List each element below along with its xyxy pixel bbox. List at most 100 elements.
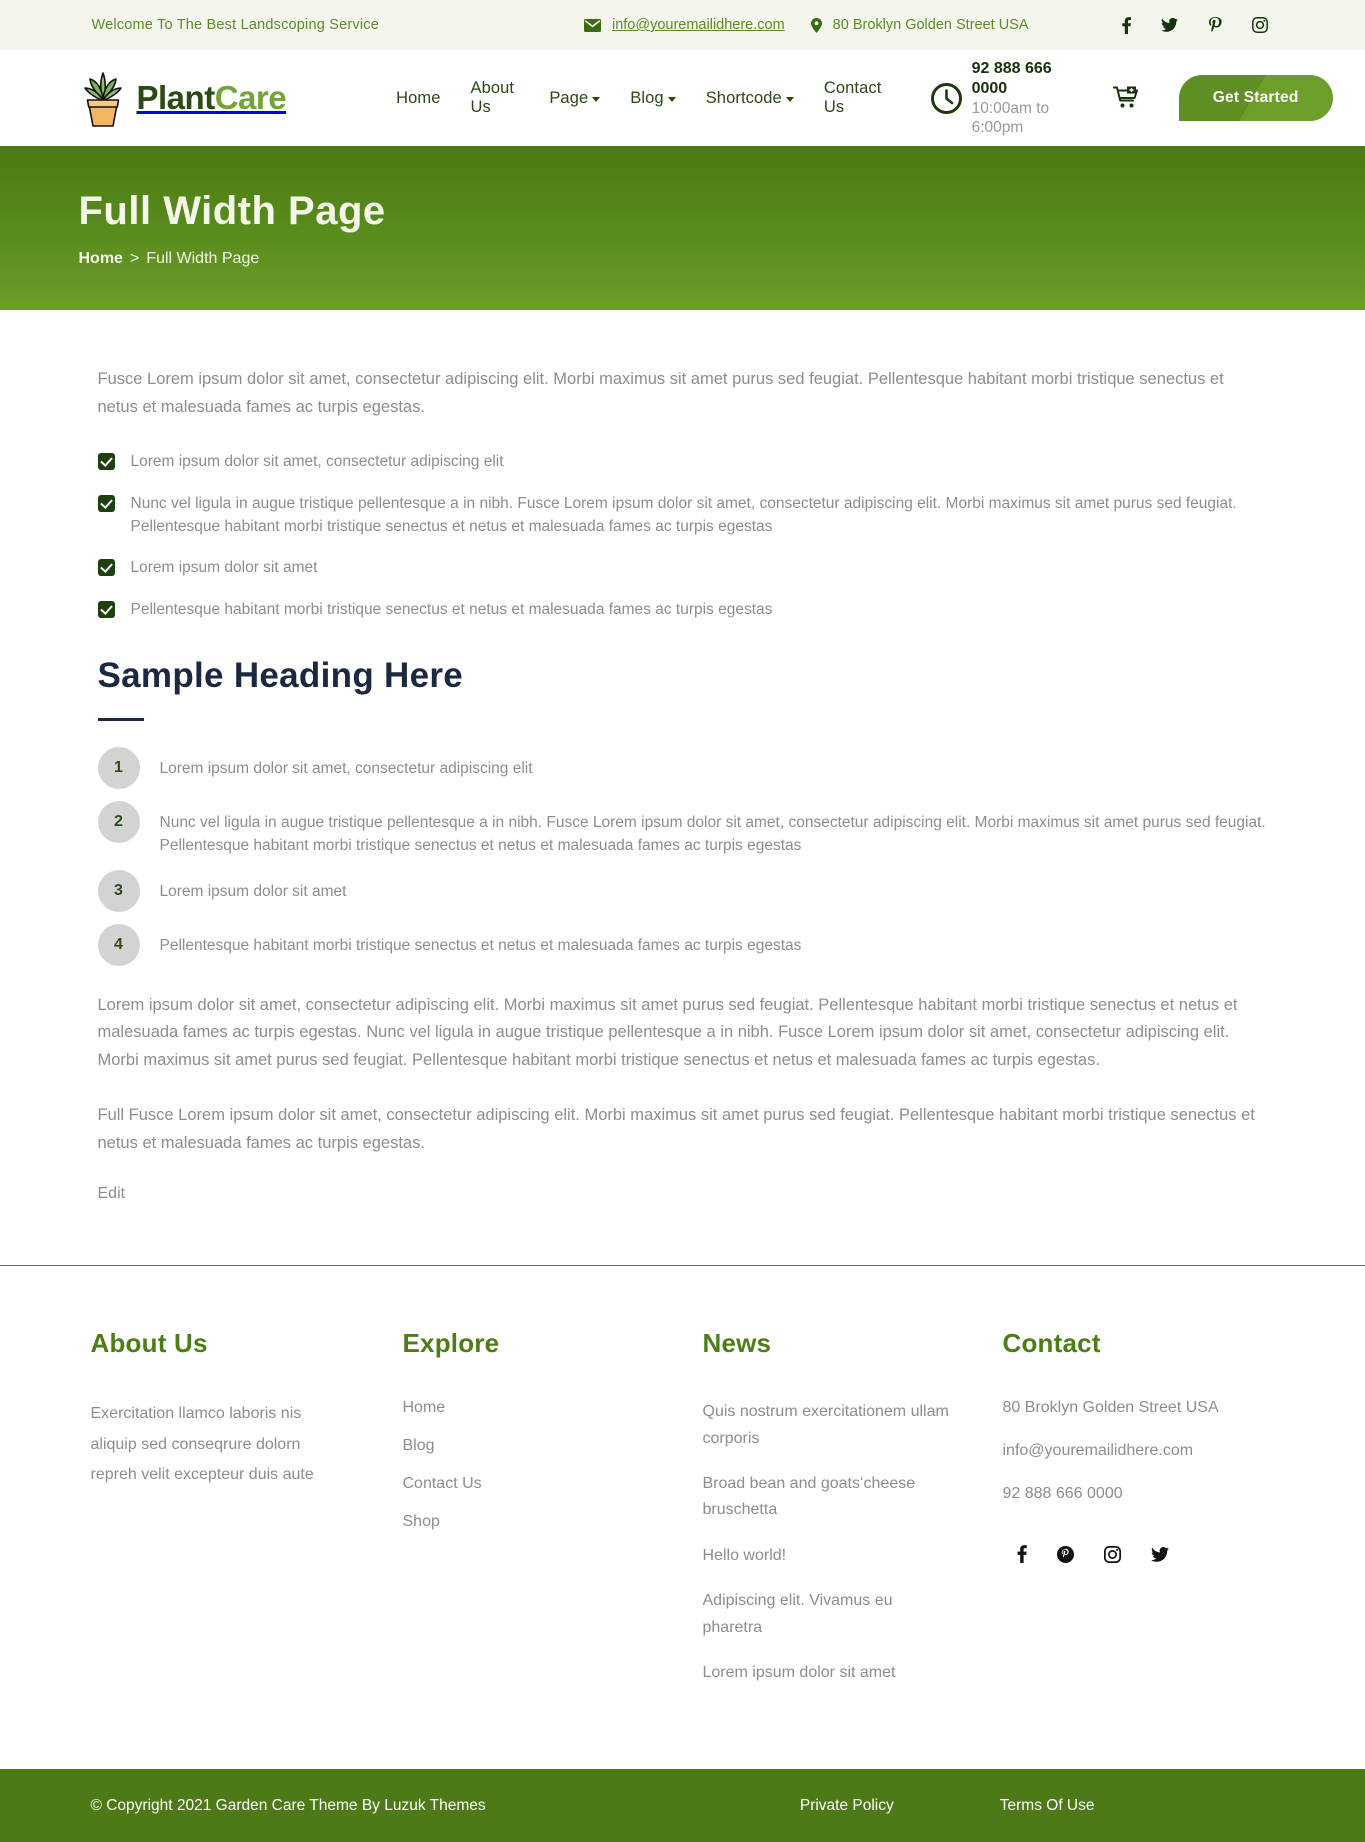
footer-column-about: About Us Exercitation llamco laboris nis… <box>91 1328 403 1705</box>
breadcrumb-current: Full Width Page <box>146 249 260 267</box>
cart-button[interactable] <box>1112 86 1139 110</box>
header-phone-block: 92 888 666 0000 10:00am to 6:00pm <box>930 59 1091 138</box>
body-paragraph-1: Lorem ipsum dolor sit amet, consectetur … <box>97 995 1238 1069</box>
topbar-address-text: 80 Broklyn Golden Street USA <box>832 17 1029 33</box>
heading-underline <box>97 718 144 721</box>
copyright-text: © Copyright 2021 Garden Care Theme By Lu… <box>90 1796 486 1814</box>
section-heading: Sample Heading Here <box>97 656 464 695</box>
footer-instagram-link[interactable] <box>1103 1545 1121 1563</box>
list-item-text: Pellentesque habitant morbi tristique se… <box>159 936 802 954</box>
topbar-pinterest-link[interactable] <box>1208 16 1222 34</box>
footer-contact-address: 80 Broklyn Golden Street USA <box>1002 1399 1219 1417</box>
nav-label-about-us: About Us <box>470 79 515 116</box>
list-item: 2 Nunc vel ligula in augue tristique pell… <box>97 801 1268 858</box>
site-logo[interactable]: PlantCare <box>75 67 287 129</box>
footer-pinterest-link[interactable] <box>1056 1545 1074 1563</box>
page-banner: Full Width Page Home > Full Width Page <box>0 146 1365 310</box>
clock-icon <box>930 82 962 114</box>
topbar-twitter-link[interactable] <box>1160 18 1178 32</box>
nav-item-about-us[interactable]: About Us <box>471 79 520 117</box>
nav-item-shortcode[interactable]: Shortcode <box>706 89 794 108</box>
checklist-item: Pellentesque habitant morbi tristique se… <box>97 599 1268 622</box>
breadcrumb-home-link[interactable]: Home <box>79 250 123 267</box>
topbar-email[interactable]: info@youremailidhere.com <box>583 17 785 33</box>
nav-label-shortcode: Shortcode <box>705 88 782 107</box>
footer-link-home[interactable]: Home <box>403 1399 703 1417</box>
facebook-icon <box>1017 1545 1027 1564</box>
check-icon <box>97 494 115 512</box>
footer-news-item[interactable]: Hello world! <box>703 1543 951 1569</box>
nav-item-home[interactable]: Home <box>396 89 440 108</box>
footer-link-contact-us[interactable]: Contact Us <box>403 1475 703 1493</box>
topbar-social-links <box>1121 16 1268 34</box>
footer-twitter-link[interactable] <box>1150 1546 1169 1562</box>
list-item: 3 Lorem ipsum dolor sit amet <box>97 869 1268 912</box>
nav-item-blog[interactable]: Blog <box>630 88 676 108</box>
checklist-item: Lorem ipsum dolor sit amet <box>97 557 1268 580</box>
checklist-item-text: Lorem ipsum dolor sit amet, consectetur … <box>130 453 504 471</box>
footer-contact-phone: 92 888 666 0000 <box>1002 1485 1123 1503</box>
footer-link-shop[interactable]: Shop <box>403 1513 703 1531</box>
footer-news-item[interactable]: Quis nostrum exercitationem ullam corpor… <box>703 1399 951 1452</box>
nav-label-page: Page <box>549 88 589 107</box>
check-icon <box>97 453 115 471</box>
twitter-icon <box>1150 1546 1169 1562</box>
facebook-icon <box>1121 16 1131 34</box>
site-header: PlantCare Home About Us Page Blog Shortc… <box>0 50 1365 146</box>
footer-column-news: News Quis nostrum exercitationem ullam c… <box>703 1328 1003 1705</box>
nav-label-home: Home <box>396 88 441 107</box>
topbar-contact-group: info@youremailidhere.com 80 Broklyn Gold… <box>583 17 1029 33</box>
footer-news-item[interactable]: Lorem ipsum dolor sit amet <box>703 1660 951 1686</box>
nav-item-page[interactable]: Page <box>549 88 601 108</box>
checklist-item-text: Pellentesque habitant morbi tristique se… <box>130 601 773 619</box>
list-number-badge: 2 <box>97 801 140 843</box>
copyright-links: Private Policy Terms Of Use <box>800 1797 1095 1815</box>
list-item: 4 Pellentesque habitant morbi tristique s… <box>97 923 1268 966</box>
envelope-icon <box>583 18 601 32</box>
twitter-icon <box>1160 18 1178 32</box>
footer-link-blog[interactable]: Blog <box>403 1437 703 1455</box>
topbar-email-text: info@youremailidhere.com <box>611 17 785 33</box>
location-pin-icon <box>810 17 822 33</box>
list-number-badge: 1 <box>97 747 140 789</box>
logo-text-plant: Plant <box>136 79 216 116</box>
edit-link[interactable]: Edit <box>98 1185 126 1203</box>
footer-about-heading: About Us <box>90 1328 208 1359</box>
terms-of-use-link[interactable]: Terms Of Use <box>1000 1797 1095 1815</box>
body-paragraph-2: Full Fusce Lorem ipsum dolor sit amet, c… <box>97 1106 1255 1152</box>
breadcrumb: Home > Full Width Page <box>79 250 1333 268</box>
checklist-item-text: Nunc vel ligula in augue tristique pelle… <box>130 494 1237 535</box>
main-navigation: Home About Us Page Blog Shortcode Contac… <box>396 79 883 117</box>
copyright-bar: © Copyright 2021 Garden Care Theme By Lu… <box>0 1769 1365 1842</box>
topbar-instagram-link[interactable] <box>1251 17 1268 33</box>
get-started-button[interactable]: Get Started <box>1178 75 1333 121</box>
list-number-badge: 3 <box>97 869 140 912</box>
footer-facebook-link[interactable] <box>1017 1545 1027 1564</box>
list-item: 1 Lorem ipsum dolor sit amet, consectetur… <box>97 747 1268 789</box>
pinterest-icon <box>1208 16 1222 34</box>
page-title: Full Width Page <box>78 188 386 233</box>
nav-label-blog: Blog <box>630 88 664 107</box>
main-content: Fusce Lorem ipsum dolor sit amet, consec… <box>0 310 1365 1265</box>
chevron-down-icon <box>592 97 601 102</box>
footer-contact-email: info@youremailidhere.com <box>1002 1442 1194 1460</box>
breadcrumb-separator: > <box>129 249 140 267</box>
nav-item-contact-us[interactable]: Contact Us <box>824 79 883 117</box>
intro-paragraph: Fusce Lorem ipsum dolor sit amet, consec… <box>97 370 1224 416</box>
chevron-down-icon <box>667 97 676 102</box>
list-item-text: Lorem ipsum dolor sit amet <box>159 882 347 900</box>
footer-news-item[interactable]: Broad bean and goatsʻcheese bruschetta <box>703 1471 951 1524</box>
check-icon <box>97 601 115 619</box>
logo-text-care: Care <box>214 79 287 116</box>
footer-news-heading: News <box>702 1328 772 1359</box>
site-footer: About Us Exercitation llamco laboris nis… <box>0 1266 1365 1770</box>
list-number-badge: 4 <box>97 923 140 966</box>
nav-label-contact-us: Contact Us <box>823 79 882 116</box>
checklist-item: Lorem ipsum dolor sit amet, consectetur … <box>97 451 1268 474</box>
footer-news-item[interactable]: Adipiscing elit. Vivamus eu pharetra <box>703 1588 951 1641</box>
checklist: Lorem ipsum dolor sit amet, consectetur … <box>97 451 1268 622</box>
topbar-facebook-link[interactable] <box>1121 16 1131 34</box>
footer-about-text: Exercitation llamco laboris nis aliquip … <box>90 1405 314 1484</box>
header-phone-number: 92 888 666 0000 <box>971 59 1052 97</box>
private-policy-link[interactable]: Private Policy <box>800 1797 894 1815</box>
